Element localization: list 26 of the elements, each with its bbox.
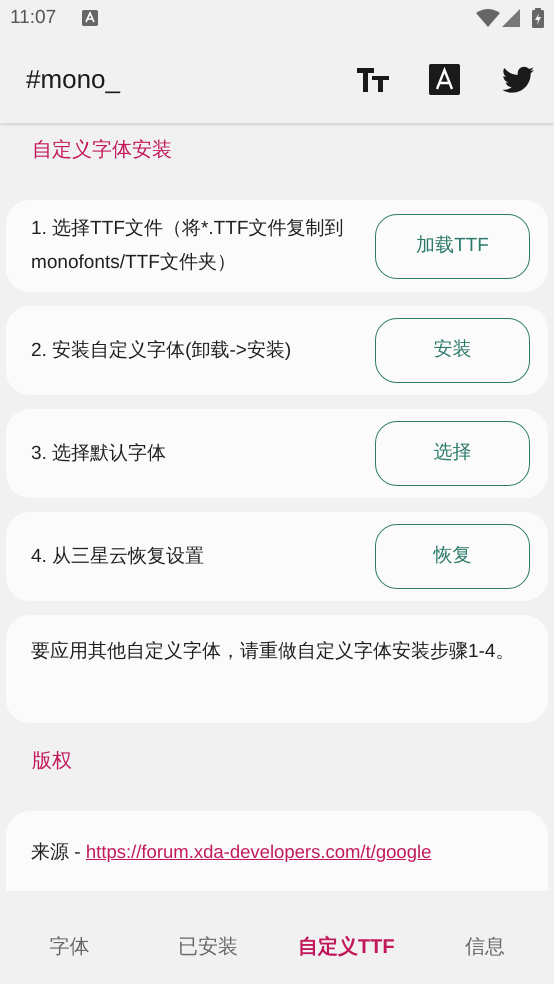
step-text: 4. 从三星云恢复设置	[31, 544, 206, 568]
nav-tab[interactable]: 信息	[416, 910, 554, 984]
step-button[interactable]: 恢复	[375, 524, 530, 589]
font-icon[interactable]	[429, 64, 460, 95]
nav-tab[interactable]: 字体	[0, 910, 138, 984]
section-title: 版权	[32, 749, 72, 774]
step-button[interactable]: 安装	[375, 318, 530, 383]
step-text: 2. 安装自定义字体(卸载->安装)	[31, 338, 292, 362]
note-text: 要应用其他自定义字体，请重做自定义字体安装步骤1-4。	[31, 641, 514, 662]
status-time: 11:07	[10, 6, 56, 30]
source-text: 来源 - https://forum.xda-developers.com/t/google	[31, 840, 432, 865]
source-link[interactable]: https://forum.xda-developers.com/t/google	[86, 841, 432, 862]
wifi-icon	[476, 9, 500, 27]
twitter-icon[interactable]	[502, 66, 534, 94]
step-button[interactable]: 选择	[375, 421, 530, 486]
battery-icon	[532, 8, 544, 28]
text-size-icon[interactable]	[357, 68, 389, 92]
step-text: 3. 选择默认字体	[31, 442, 168, 466]
signal-icon	[502, 9, 520, 27]
app-notification-icon	[82, 10, 98, 26]
nav-tab[interactable]: 自定义TTF	[277, 910, 416, 984]
nav-tab[interactable]: 已安装	[138, 910, 277, 984]
step-button[interactable]: 加载TTF	[375, 214, 530, 278]
step-text: 1. 选择TTF文件（将*.TTF文件复制到monofonts/TTF文件夹）	[31, 217, 344, 275]
app-title: #mono_	[26, 63, 122, 96]
section-title: 自定义字体安装	[32, 138, 172, 163]
